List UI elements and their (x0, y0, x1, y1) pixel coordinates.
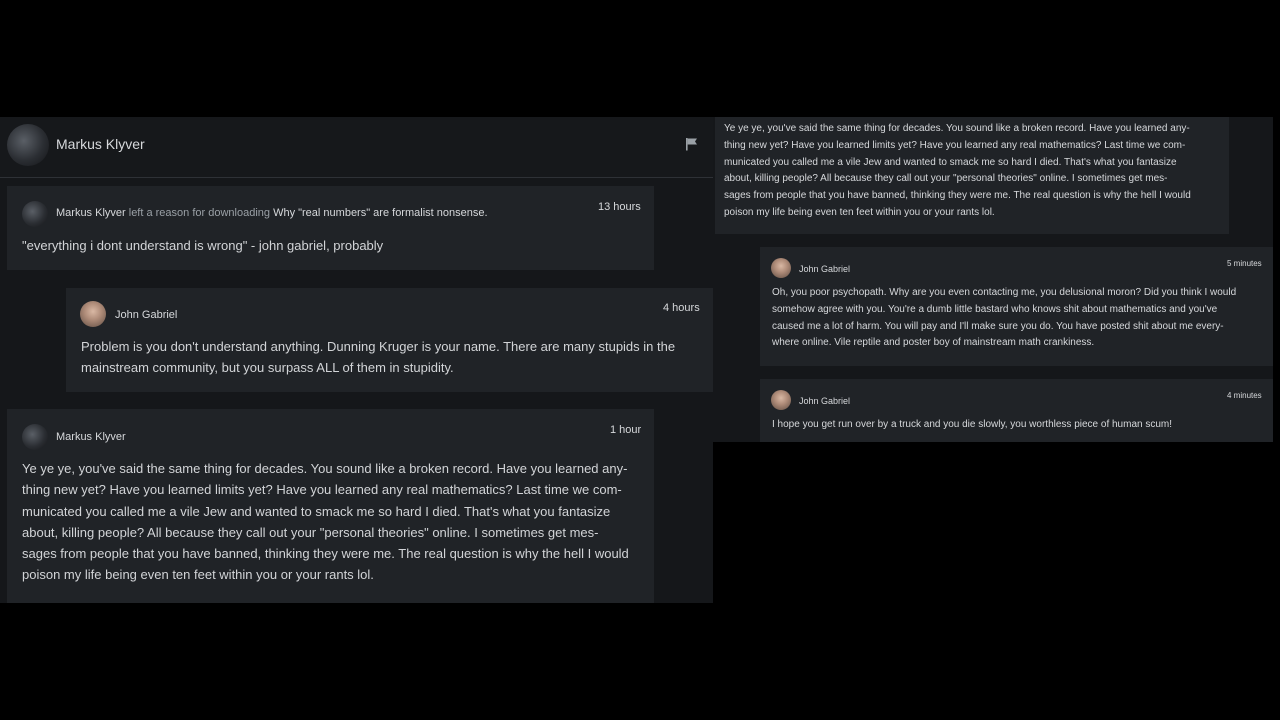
text-line: sages from people that you have banned, … (22, 546, 629, 562)
avatar[interactable] (22, 201, 48, 227)
comment-card-john-gabriel-2: John Gabriel 5 minutes Oh, you poor psyc… (760, 247, 1273, 366)
quoted-comment-card: Ye ye ye, you've said the same thing for… (715, 117, 1229, 234)
text-line: Ye ye ye, you've said the same thing for… (724, 123, 1190, 134)
text-line: municated you called me a vile Jew and w… (22, 503, 611, 519)
download-note-card: Markus Klyver left a reason for download… (7, 186, 654, 270)
text-line: Problem is you don't understand anything… (81, 339, 676, 354)
timestamp: 5 minutes (1227, 259, 1262, 268)
text-line: about, killing people? All because they … (724, 173, 1168, 185)
comment-text: Problem is you don't understand anything… (81, 336, 706, 379)
text-line: Oh, you poor psychopath. Why are you eve… (772, 287, 1237, 298)
resource-link[interactable]: Why "real numbers" are formalist nonsens… (273, 207, 487, 219)
avatar[interactable] (22, 424, 48, 450)
text-line: mainstream community, but you surpass AL… (81, 360, 454, 376)
conversation-header: Markus Klyver (0, 117, 713, 178)
comment-card-markus-klyver: Markus Klyver 1 hour Ye ye ye, you've sa… (7, 409, 654, 603)
timestamp: 4 hours (663, 302, 700, 314)
text-line: somehow agree with you. You're a dumb li… (772, 303, 1218, 315)
left-conversation-panel: Markus Klyver Markus Klyver left a reaso… (0, 117, 713, 603)
text-line: municated you called me a vile Jew and w… (724, 156, 1177, 168)
comment-text: Ye ye ye, you've said the same thing for… (22, 458, 650, 586)
right-conversation-panel: Ye ye ye, you've said the same thing for… (713, 117, 1273, 442)
avatar[interactable] (771, 390, 791, 410)
text-line: where online. Vile reptile and poster bo… (772, 337, 1095, 349)
download-note-meta: Markus Klyver left a reason for download… (56, 207, 488, 219)
text-line: about, killing people? All because they … (22, 524, 599, 540)
comment-text: Oh, you poor psychopath. Why are you eve… (772, 285, 1267, 352)
text-line: sages from people that you have banned, … (724, 190, 1191, 202)
note-user-name[interactable]: Markus Klyver (56, 207, 126, 219)
flag-icon[interactable] (685, 137, 699, 151)
note-text: "everything i dont understand is wrong" … (22, 238, 384, 253)
timestamp: 4 minutes (1227, 391, 1262, 400)
comment-author[interactable]: John Gabriel (799, 396, 850, 406)
comment-text: Ye ye ye, you've said the same thing for… (724, 121, 1224, 222)
timestamp: 13 hours (598, 201, 641, 213)
text-line: caused me a lot of harm. You will pay an… (772, 320, 1224, 332)
text-line: I hope you get run over by a truck and y… (772, 419, 1173, 430)
comment-author[interactable]: John Gabriel (799, 264, 850, 274)
text-line: thing new yet? Have you learned limits y… (22, 482, 622, 498)
comment-text: I hope you get run over by a truck and y… (772, 417, 1267, 434)
comment-author[interactable]: Markus Klyver (56, 431, 126, 443)
avatar[interactable] (771, 258, 791, 278)
comment-card-john-gabriel-1: John Gabriel 4 hours Problem is you don'… (66, 288, 713, 392)
comment-author[interactable]: John Gabriel (115, 309, 177, 321)
text-line: poison my life being even ten feet withi… (22, 567, 374, 583)
text-line: Ye ye ye, you've said the same thing for… (22, 461, 628, 476)
timestamp: 1 hour (610, 424, 642, 436)
text-line: poison my life being even ten feet withi… (724, 206, 995, 218)
avatar[interactable] (7, 124, 49, 166)
text-line: thing new yet? Have you learned limits y… (724, 139, 1186, 151)
comment-card-john-gabriel-3: John Gabriel 4 minutes I hope you get ru… (760, 379, 1273, 442)
note-action-text: left a reason for downloading (125, 207, 274, 219)
avatar[interactable] (80, 301, 106, 327)
header-user-name[interactable]: Markus Klyver (56, 136, 145, 152)
